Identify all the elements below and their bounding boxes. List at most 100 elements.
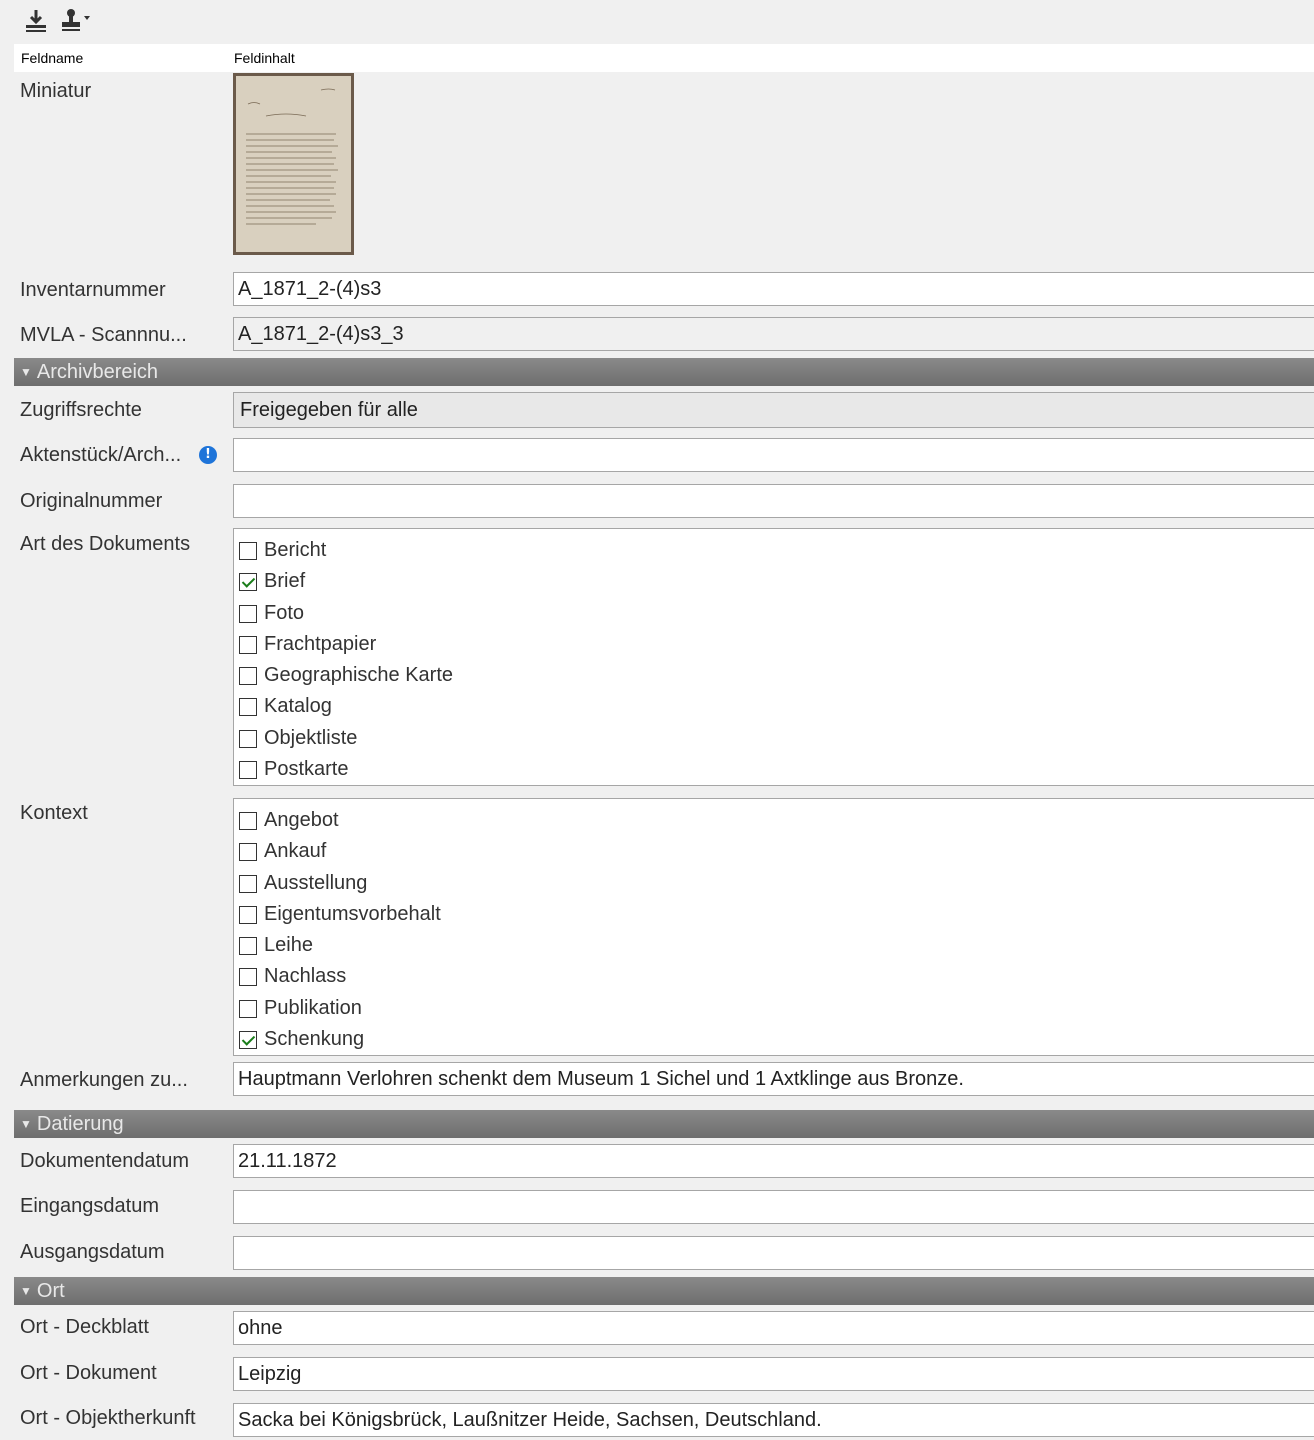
collapse-triangle-icon: ▼ — [20, 1284, 32, 1298]
column-fieldname[interactable]: Feldname — [21, 50, 83, 66]
kontext-option-3[interactable]: Eigentumsvorbehalt — [234, 899, 1314, 930]
checkbox[interactable] — [239, 937, 257, 956]
art-option-2[interactable]: Foto — [234, 598, 1314, 629]
art-option-5[interactable]: Katalog — [234, 691, 1314, 722]
ort-objektherkunft-field[interactable]: Sacka bei Königsbrück, Laußnitzer Heide,… — [233, 1403, 1314, 1437]
row-scannummer: MVLA - Scannnu... A_1871_2-(4)s3_3 — [14, 315, 1314, 357]
section-datierung[interactable]: ▼ Datierung — [14, 1110, 1314, 1138]
kontext-option-7[interactable]: Schenkung — [234, 1024, 1314, 1055]
column-fieldcontent[interactable]: Feldinhalt — [234, 50, 295, 66]
checkbox[interactable] — [239, 999, 257, 1018]
ausgangsdatum-field[interactable] — [233, 1236, 1314, 1270]
checkbox[interactable] — [239, 729, 257, 748]
kontext-option-4[interactable]: Leihe — [234, 930, 1314, 961]
checkbox[interactable] — [239, 905, 257, 924]
kontext-option-6[interactable]: Publikation — [234, 993, 1314, 1024]
anmerkungen-field[interactable]: Hauptmann Verlohren schenkt dem Museum 1… — [233, 1062, 1314, 1096]
ort-deckblatt-field[interactable]: ohne — [233, 1311, 1314, 1345]
kontext-option-label: Leihe — [264, 934, 313, 957]
row-miniatur: Miniatur — [14, 72, 1314, 266]
kontext-option-label: Angebot — [264, 809, 339, 831]
toolbar — [0, 0, 1314, 44]
row-inventarnummer: Inventarnummer A_1871_2-(4)s3 — [14, 270, 1314, 312]
section-ort[interactable]: ▼ Ort — [14, 1277, 1314, 1305]
kontext-checklist: Angebot Ankauf Ausstellung Eigentumsvorb… — [233, 798, 1314, 1056]
label-inventarnummer: Inventarnummer — [20, 279, 166, 301]
label-dokumentendatum: Dokumentendatum — [20, 1150, 189, 1172]
checkbox[interactable] — [239, 843, 257, 862]
label-zugriffsrechte: Zugriffsrechte — [20, 399, 142, 421]
label-art-des-dokuments: Art des Dokuments — [20, 533, 191, 555]
section-datierung-title: Datierung — [36, 1113, 124, 1135]
row-kontext: Kontext Angebot Ankauf Ausstellung Eigen… — [14, 796, 1314, 1060]
collapse-triangle-icon: ▼ — [20, 365, 32, 379]
kontext-option-label: Nachlass — [264, 965, 347, 988]
art-option-7[interactable]: Postkarte — [234, 754, 1314, 785]
checkbox[interactable] — [239, 635, 257, 654]
kontext-option-label: Schenkung — [264, 1028, 365, 1051]
kontext-option-5[interactable]: Nachlass — [234, 961, 1314, 992]
art-option-label: Geographische Karte — [264, 664, 454, 687]
originalnummer-field[interactable] — [233, 484, 1314, 518]
checkbox-checked[interactable] — [239, 1031, 257, 1050]
art-checklist: Bericht Brief Foto Frachtpapier Geograph… — [233, 528, 1314, 786]
label-eingangsdatum: Eingangsdatum — [20, 1195, 159, 1217]
checkbox-checked[interactable] — [239, 573, 257, 592]
art-option-0[interactable]: Bericht — [234, 535, 1314, 566]
stamp-dropdown-icon[interactable] — [58, 2, 94, 38]
thumbnail-image — [236, 76, 351, 252]
row-ort-objektherkunft: Ort - Objektherkunft Sacka bei Königsbrü… — [14, 1399, 1314, 1440]
row-art-des-dokuments: Art des Dokuments Bericht Brief Foto Fra… — [14, 526, 1314, 790]
section-archivbereich[interactable]: ▼ Archivbereich — [14, 358, 1314, 386]
kontext-option-2[interactable]: Ausstellung — [234, 868, 1314, 899]
download-tray-icon[interactable] — [18, 2, 54, 38]
label-originalnummer: Originalnummer — [20, 490, 163, 512]
kontext-option-1[interactable]: Ankauf — [234, 836, 1314, 867]
label-miniatur: Miniatur — [20, 80, 92, 102]
inventarnummer-field[interactable]: A_1871_2-(4)s3 — [233, 272, 1314, 306]
zugriffsrechte-select[interactable]: Freigegeben für alle — [233, 392, 1314, 428]
row-ort-deckblatt: Ort - Deckblatt ohne — [14, 1307, 1314, 1351]
section-ort-title: Ort — [36, 1280, 65, 1302]
label-aktenstueck: Aktenstück/Arch... — [20, 444, 182, 466]
ort-dokument-field[interactable]: Leipzig — [233, 1357, 1314, 1391]
dokumentendatum-field[interactable]: 21.11.1872 — [233, 1144, 1314, 1178]
collapse-triangle-icon: ▼ — [20, 1117, 32, 1131]
row-zugriffsrechte: Zugriffsrechte Freigegeben für alle — [14, 388, 1314, 432]
art-option-4[interactable]: Geographische Karte — [234, 660, 1314, 691]
scannummer-field[interactable]: A_1871_2-(4)s3_3 — [233, 317, 1314, 351]
info-icon[interactable]: ! — [199, 446, 217, 464]
eingangsdatum-field[interactable] — [233, 1190, 1314, 1224]
label-scannummer: MVLA - Scannnu... — [20, 324, 187, 346]
art-option-label: Foto — [264, 601, 305, 624]
checkbox[interactable] — [239, 542, 257, 560]
art-option-label: Katalog — [264, 695, 332, 718]
label-ort-dokument: Ort - Dokument — [20, 1362, 157, 1384]
checkbox[interactable] — [239, 604, 257, 623]
art-option-1[interactable]: Brief — [234, 566, 1314, 597]
checkbox[interactable] — [239, 761, 257, 780]
row-ort-dokument: Ort - Dokument Leipzig — [14, 1353, 1314, 1397]
document-thumbnail[interactable] — [233, 73, 354, 255]
section-archivbereich-title: Archivbereich — [36, 361, 159, 383]
row-aktenstueck: Aktenstück/Arch... ! — [14, 434, 1314, 478]
kontext-option-0[interactable]: Angebot — [234, 805, 1314, 836]
art-option-6[interactable]: Objektliste — [234, 723, 1314, 754]
checkbox[interactable] — [239, 698, 257, 717]
row-ausgangsdatum: Ausgangsdatum — [14, 1232, 1314, 1276]
label-kontext: Kontext — [20, 802, 88, 824]
kontext-option-label: Eigentumsvorbehalt — [264, 902, 441, 925]
art-option-label: Objektliste — [264, 726, 358, 749]
row-dokumentendatum: Dokumentendatum 21.11.1872 — [14, 1140, 1314, 1184]
row-originalnummer: Originalnummer — [14, 480, 1314, 524]
checkbox[interactable] — [239, 968, 257, 987]
art-option-3[interactable]: Frachtpapier — [234, 629, 1314, 660]
aktenstueck-field[interactable] — [233, 438, 1314, 472]
label-anmerkungen: Anmerkungen zu... — [20, 1069, 188, 1091]
checkbox[interactable] — [239, 812, 257, 830]
checkbox[interactable] — [239, 667, 257, 686]
column-header: Feldname Feldinhalt — [14, 44, 1314, 72]
checkbox[interactable] — [239, 874, 257, 893]
art-option-label: Postkarte — [264, 758, 349, 781]
art-option-label: Frachtpapier — [264, 632, 377, 655]
